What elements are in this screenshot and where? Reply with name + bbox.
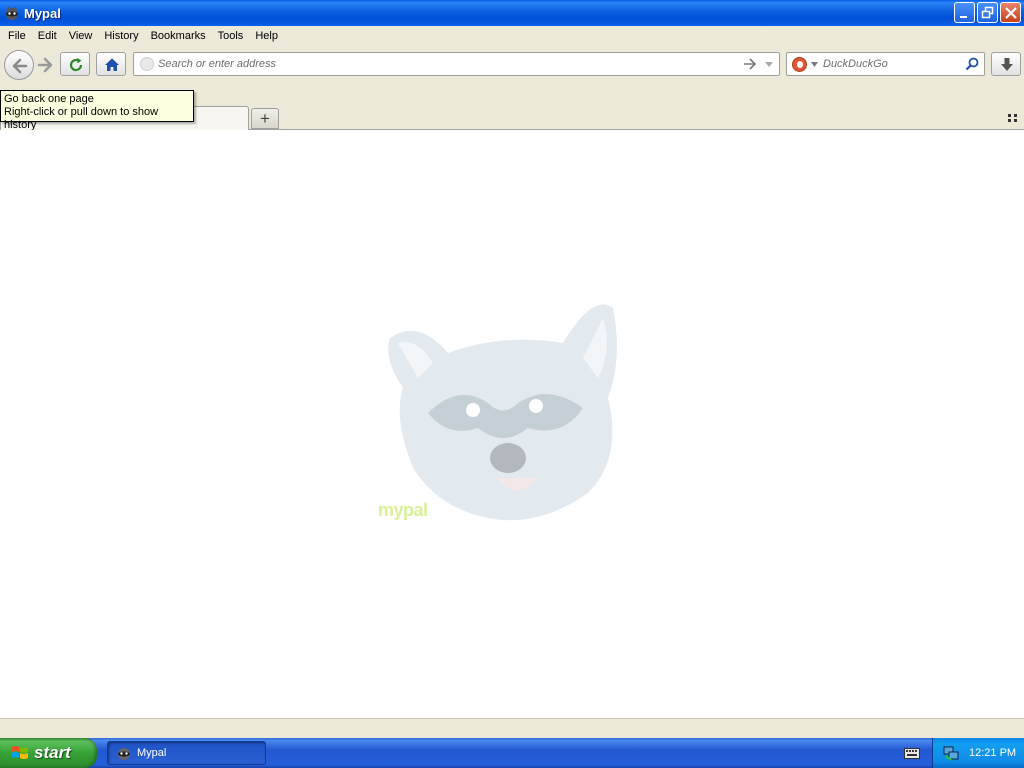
close-icon <box>1005 7 1017 19</box>
brand-watermark-text: mypal <box>378 500 428 520</box>
search-engine-dropdown-icon[interactable] <box>811 62 818 67</box>
back-button[interactable] <box>4 50 34 80</box>
all-tabs-icon[interactable] <box>1007 112 1019 124</box>
restore-icon <box>981 6 994 19</box>
clock: 12:21 PM <box>969 747 1017 759</box>
minimize-icon <box>960 16 967 18</box>
reload-icon <box>69 58 83 72</box>
reload-button[interactable] <box>60 52 90 76</box>
search-input[interactable] <box>823 56 963 72</box>
app-icon <box>118 748 130 760</box>
network-icon[interactable] <box>943 745 959 761</box>
back-button-tooltip: Go back one page Right-click or pull dow… <box>0 90 194 131</box>
menu-file[interactable]: File <box>3 30 31 42</box>
taskbar-item-mypal[interactable]: Mypal <box>107 741 266 765</box>
taskbar-item-label: Mypal <box>137 747 167 759</box>
raccoon-logo-watermark <box>388 304 617 521</box>
search-bar[interactable] <box>786 52 985 76</box>
dropdown-arrow-icon[interactable] <box>764 61 774 68</box>
menu-view[interactable]: View <box>64 30 98 42</box>
window-title: Mypal <box>24 5 61 21</box>
address-bar[interactable] <box>133 52 780 76</box>
close-button[interactable] <box>1000 2 1021 23</box>
home-button[interactable] <box>96 52 126 76</box>
magnifier-icon[interactable] <box>965 57 979 71</box>
status-bar <box>0 718 1024 738</box>
taskbar: start Mypal 12:21 PM <box>0 738 1024 768</box>
home-icon <box>105 58 119 71</box>
menu-edit[interactable]: Edit <box>33 30 62 42</box>
minimize-button[interactable] <box>954 2 975 23</box>
menu-bookmarks[interactable]: Bookmarks <box>146 30 211 42</box>
start-label: start <box>34 743 71 762</box>
app-icon <box>6 6 18 20</box>
menu-bar: File Edit View History Bookmarks Tools H… <box>0 26 1024 46</box>
navigation-toolbar <box>0 46 1024 84</box>
new-tab-button[interactable]: + <box>251 108 279 129</box>
address-input[interactable] <box>158 56 738 72</box>
site-identity-icon[interactable] <box>140 57 154 71</box>
arrow-right-icon[interactable] <box>36 56 54 74</box>
go-arrow-icon[interactable] <box>743 58 757 70</box>
restore-button[interactable] <box>977 2 998 23</box>
menu-help[interactable]: Help <box>250 30 283 42</box>
start-button[interactable]: start <box>0 738 97 768</box>
arrow-left-icon <box>12 58 28 74</box>
menu-history[interactable]: History <box>99 30 143 42</box>
page-content: mypal <box>0 130 1024 718</box>
keyboard-icon[interactable] <box>904 747 920 759</box>
title-bar: Mypal <box>0 0 1024 26</box>
system-tray: 12:21 PM <box>932 738 1024 768</box>
download-button[interactable] <box>991 52 1021 76</box>
tooltip-line-1: Go back one page <box>4 93 94 105</box>
duckduckgo-icon[interactable] <box>792 57 807 72</box>
menu-tools[interactable]: Tools <box>213 30 249 42</box>
tooltip-line-2: Right-click or pull down to show history <box>4 106 159 131</box>
download-icon <box>1001 58 1013 71</box>
windows-logo-icon <box>12 746 28 759</box>
